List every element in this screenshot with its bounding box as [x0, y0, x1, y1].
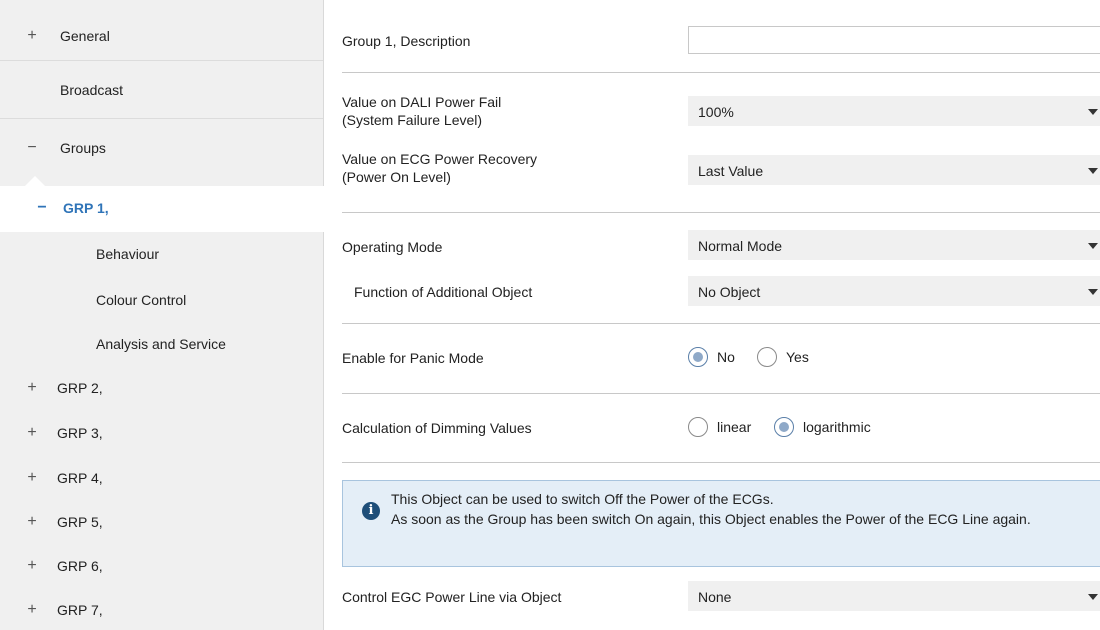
sidebar-item-grp-4[interactable]: + GRP 4, — [0, 468, 323, 488]
select-value: No Object — [698, 284, 761, 300]
expand-icon[interactable]: + — [25, 26, 39, 46]
sidebar-item-colour-control[interactable]: Colour Control — [0, 290, 323, 310]
parameter-panel: Group 1, Description Value on DALI Power… — [325, 0, 1100, 630]
expand-icon[interactable]: + — [25, 512, 39, 532]
power-fail-label-line: (System Failure Level) — [342, 112, 483, 128]
sidebar-item-label: GRP 2, — [57, 380, 103, 396]
operating-mode-label: Operating Mode — [342, 239, 443, 255]
expand-icon[interactable]: + — [25, 556, 39, 576]
power-fail-select[interactable]: 100% — [688, 96, 1100, 126]
description-label: Group 1, Description — [342, 33, 471, 49]
collapse-icon[interactable]: − — [25, 138, 39, 158]
sidebar: + General Broadcast − Groups − GRP 1, Be… — [0, 0, 324, 630]
info-box: i This Object can be used to switch Off … — [342, 480, 1100, 567]
sidebar-item-grp-6[interactable]: + GRP 6, — [0, 556, 323, 576]
radio-label: linear — [717, 419, 752, 435]
panic-mode-label: Enable for Panic Mode — [342, 350, 484, 366]
sidebar-item-broadcast[interactable]: Broadcast — [0, 80, 323, 100]
chevron-down-icon[interactable] — [1088, 243, 1098, 249]
sidebar-item-label: GRP 3, — [57, 425, 103, 441]
power-recovery-select[interactable]: Last Value — [688, 155, 1100, 185]
sidebar-item-grp-1[interactable]: − GRP 1, — [0, 186, 324, 232]
radio-label: Yes — [786, 349, 809, 365]
info-text-line: As soon as the Group has been switch On … — [391, 511, 1031, 527]
chevron-down-icon[interactable] — [1088, 594, 1098, 600]
section-divider — [342, 72, 1100, 73]
expand-icon[interactable]: + — [25, 468, 39, 488]
power-recovery-label: Value on ECG Power Recovery (Power On Le… — [342, 150, 537, 186]
sidebar-item-label: GRP 6, — [57, 558, 103, 574]
info-text: This Object can be used to switch Off th… — [391, 489, 1096, 529]
section-divider — [342, 393, 1100, 394]
sidebar-item-grp-5[interactable]: + GRP 5, — [0, 512, 323, 532]
sidebar-item-label: Groups — [60, 140, 106, 156]
sidebar-item-label: GRP 7, — [57, 602, 103, 618]
power-recovery-label-line: (Power On Level) — [342, 169, 451, 185]
section-divider — [342, 323, 1100, 324]
section-divider — [342, 462, 1100, 463]
radio-label: logarithmic — [803, 419, 871, 435]
select-value: 100% — [698, 104, 734, 120]
select-value: Normal Mode — [698, 238, 783, 254]
chevron-down-icon[interactable] — [1088, 109, 1098, 115]
expand-icon[interactable]: + — [25, 600, 39, 620]
sidebar-item-label: Broadcast — [60, 82, 124, 98]
sidebar-item-analysis-and-service[interactable]: Analysis and Service — [0, 334, 323, 354]
sidebar-item-behaviour[interactable]: Behaviour — [0, 244, 323, 264]
radio-unchecked-icon[interactable] — [757, 347, 777, 367]
collapse-icon[interactable]: − — [35, 198, 49, 218]
sidebar-item-label: General — [60, 28, 110, 44]
power-recovery-label-line: Value on ECG Power Recovery — [342, 151, 538, 167]
radio-label: No — [717, 349, 735, 365]
power-line-label: Control EGC Power Line via Object — [342, 589, 562, 605]
expand-icon[interactable]: + — [25, 378, 39, 398]
select-value: None — [698, 589, 732, 605]
additional-object-select[interactable]: No Object — [688, 276, 1100, 306]
sidebar-item-label: GRP 5, — [57, 514, 103, 530]
radio-checked-icon[interactable] — [688, 347, 708, 367]
chevron-down-icon[interactable] — [1088, 168, 1098, 174]
radio-unchecked-icon[interactable] — [688, 417, 708, 437]
sidebar-item-label: Colour Control — [96, 292, 187, 308]
sidebar-divider — [0, 118, 323, 119]
selection-notch-icon — [24, 176, 46, 187]
info-text-line: This Object can be used to switch Off th… — [391, 491, 774, 507]
power-fail-label-line: Value on DALI Power Fail — [342, 94, 502, 110]
expand-icon[interactable]: + — [25, 423, 39, 443]
chevron-down-icon[interactable] — [1088, 289, 1098, 295]
sidebar-divider — [0, 60, 323, 61]
sidebar-item-label: GRP 1, — [63, 200, 109, 216]
select-value: Last Value — [698, 163, 764, 179]
sidebar-item-label: Behaviour — [96, 246, 160, 262]
operating-mode-select[interactable]: Normal Mode — [688, 230, 1100, 260]
power-line-select[interactable]: None — [688, 581, 1100, 611]
sidebar-item-grp-3[interactable]: + GRP 3, — [0, 423, 323, 443]
dimming-label: Calculation of Dimming Values — [342, 420, 532, 436]
power-fail-label: Value on DALI Power Fail (System Failure… — [342, 93, 501, 129]
sidebar-item-general[interactable]: + General — [0, 26, 323, 46]
sidebar-item-label: Analysis and Service — [96, 336, 226, 352]
sidebar-item-groups[interactable]: − Groups — [0, 138, 323, 158]
description-input[interactable] — [688, 26, 1100, 54]
additional-object-label: Function of Additional Object — [354, 284, 533, 300]
info-icon: i — [362, 502, 380, 520]
section-divider — [342, 212, 1100, 213]
radio-checked-icon[interactable] — [774, 417, 794, 437]
sidebar-item-grp-7[interactable]: + GRP 7, — [0, 600, 323, 620]
sidebar-item-label: GRP 4, — [57, 470, 103, 486]
sidebar-item-grp-2[interactable]: + GRP 2, — [0, 378, 323, 398]
